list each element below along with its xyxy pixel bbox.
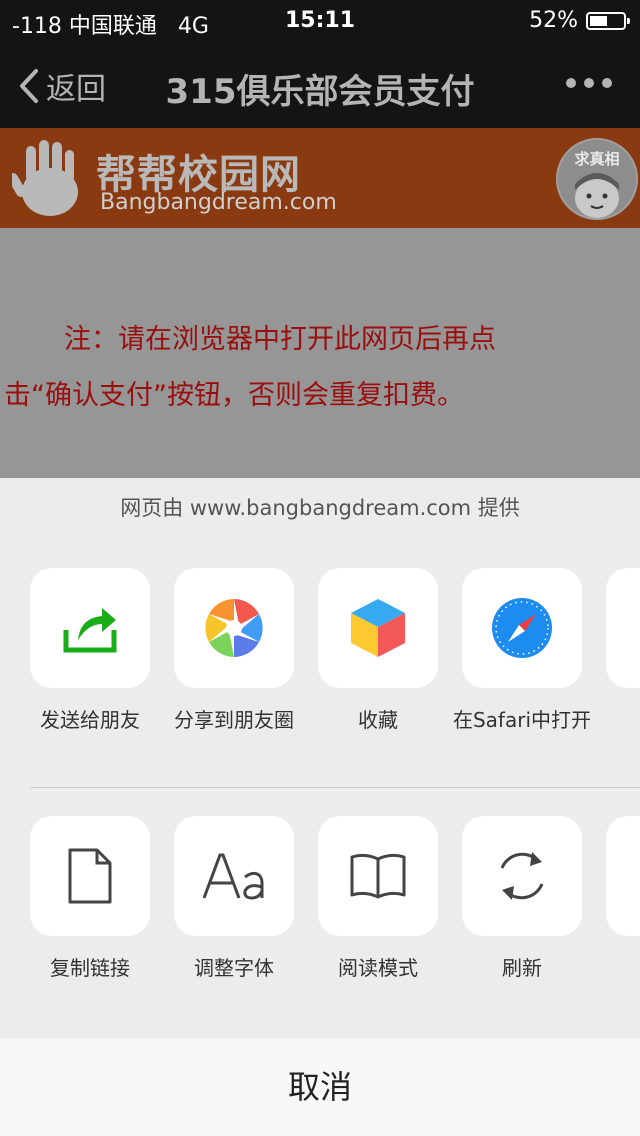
send-to-friend-button[interactable]: 发送给朋友 (30, 568, 150, 734)
notice-line-2: 击“确认支付”按钮，否则会重复扣费。 (4, 380, 464, 411)
more-options-icon[interactable] (566, 78, 612, 88)
brand-url: Bangbangdream.com (100, 190, 337, 215)
tile-label: 刷新 (502, 956, 542, 980)
battery-status: 52% (529, 8, 630, 33)
more-share-tile[interactable] (606, 568, 640, 688)
status-bar: -118 中国联通 4G 15:11 52% (0, 0, 640, 40)
provider-text: 网页由 www.bangbangdream.com 提供 (120, 496, 520, 520)
hand-logo-icon (12, 140, 78, 216)
copy-link-button[interactable]: 复制链接 (30, 816, 150, 982)
battery-icon (586, 11, 630, 30)
document-icon (68, 848, 112, 904)
moments-aperture-icon (205, 599, 263, 657)
page-title: 315俱乐部会员支付 (165, 72, 475, 112)
more-action-tile[interactable] (606, 816, 640, 936)
refresh-icon (500, 852, 544, 900)
share-sheet: 网页由 www.bangbangdream.com 提供 发送给朋友 分享到朋友… (0, 478, 640, 1038)
page-content: 注：请在浏览器中打开此网页后再点 击“确认支付”按钮，否则会重复扣费。 (0, 228, 640, 478)
safari-compass-icon (492, 598, 552, 658)
navigation-bar: 返回 315俱乐部会员支付 (0, 40, 640, 128)
adjust-font-button[interactable]: 调整字体 (174, 816, 294, 982)
tile-label: 在Safari中打开 (452, 708, 592, 732)
book-icon (350, 853, 406, 899)
cancel-button[interactable]: 取消 (0, 1038, 640, 1136)
open-in-safari-button[interactable]: 在Safari中打开 (453, 568, 591, 734)
battery-percent: 52% (529, 8, 578, 33)
notice-line-1: 注：请在浏览器中打开此网页后再点 (64, 324, 496, 355)
share-to-moments-button[interactable]: 分享到朋友圈 (174, 568, 294, 734)
tile-label: 调整字体 (194, 956, 274, 980)
font-aa-icon (202, 853, 264, 900)
favorite-cube-icon (351, 599, 405, 657)
refresh-button[interactable]: 刷新 (462, 816, 582, 982)
face-icon (575, 173, 619, 218)
favorite-button[interactable]: 收藏 (318, 568, 438, 734)
share-arrow-icon (63, 608, 117, 653)
payment-notice: 注：请在浏览器中打开此网页后再点 击“确认支付”按钮，否则会重复扣费。 (4, 312, 640, 424)
site-banner: 帮帮校园网 Bangbangdream.com 求真相 (0, 128, 640, 228)
share-row: 发送给朋友 分享到朋友圈 收藏 在Safari中打开 (0, 568, 640, 768)
row-divider (30, 787, 640, 788)
action-row: 复制链接 调整字体 阅读模式 刷新 (0, 816, 640, 1016)
tile-label: 复制链接 (50, 956, 130, 980)
tile-label: 收藏 (358, 708, 398, 732)
reading-mode-button[interactable]: 阅读模式 (318, 816, 438, 982)
tile-label: 分享到朋友圈 (174, 708, 294, 732)
avatar-badge[interactable]: 求真相 (556, 138, 638, 220)
tile-label: 发送给朋友 (40, 708, 140, 732)
tile-label: 阅读模式 (338, 956, 418, 980)
